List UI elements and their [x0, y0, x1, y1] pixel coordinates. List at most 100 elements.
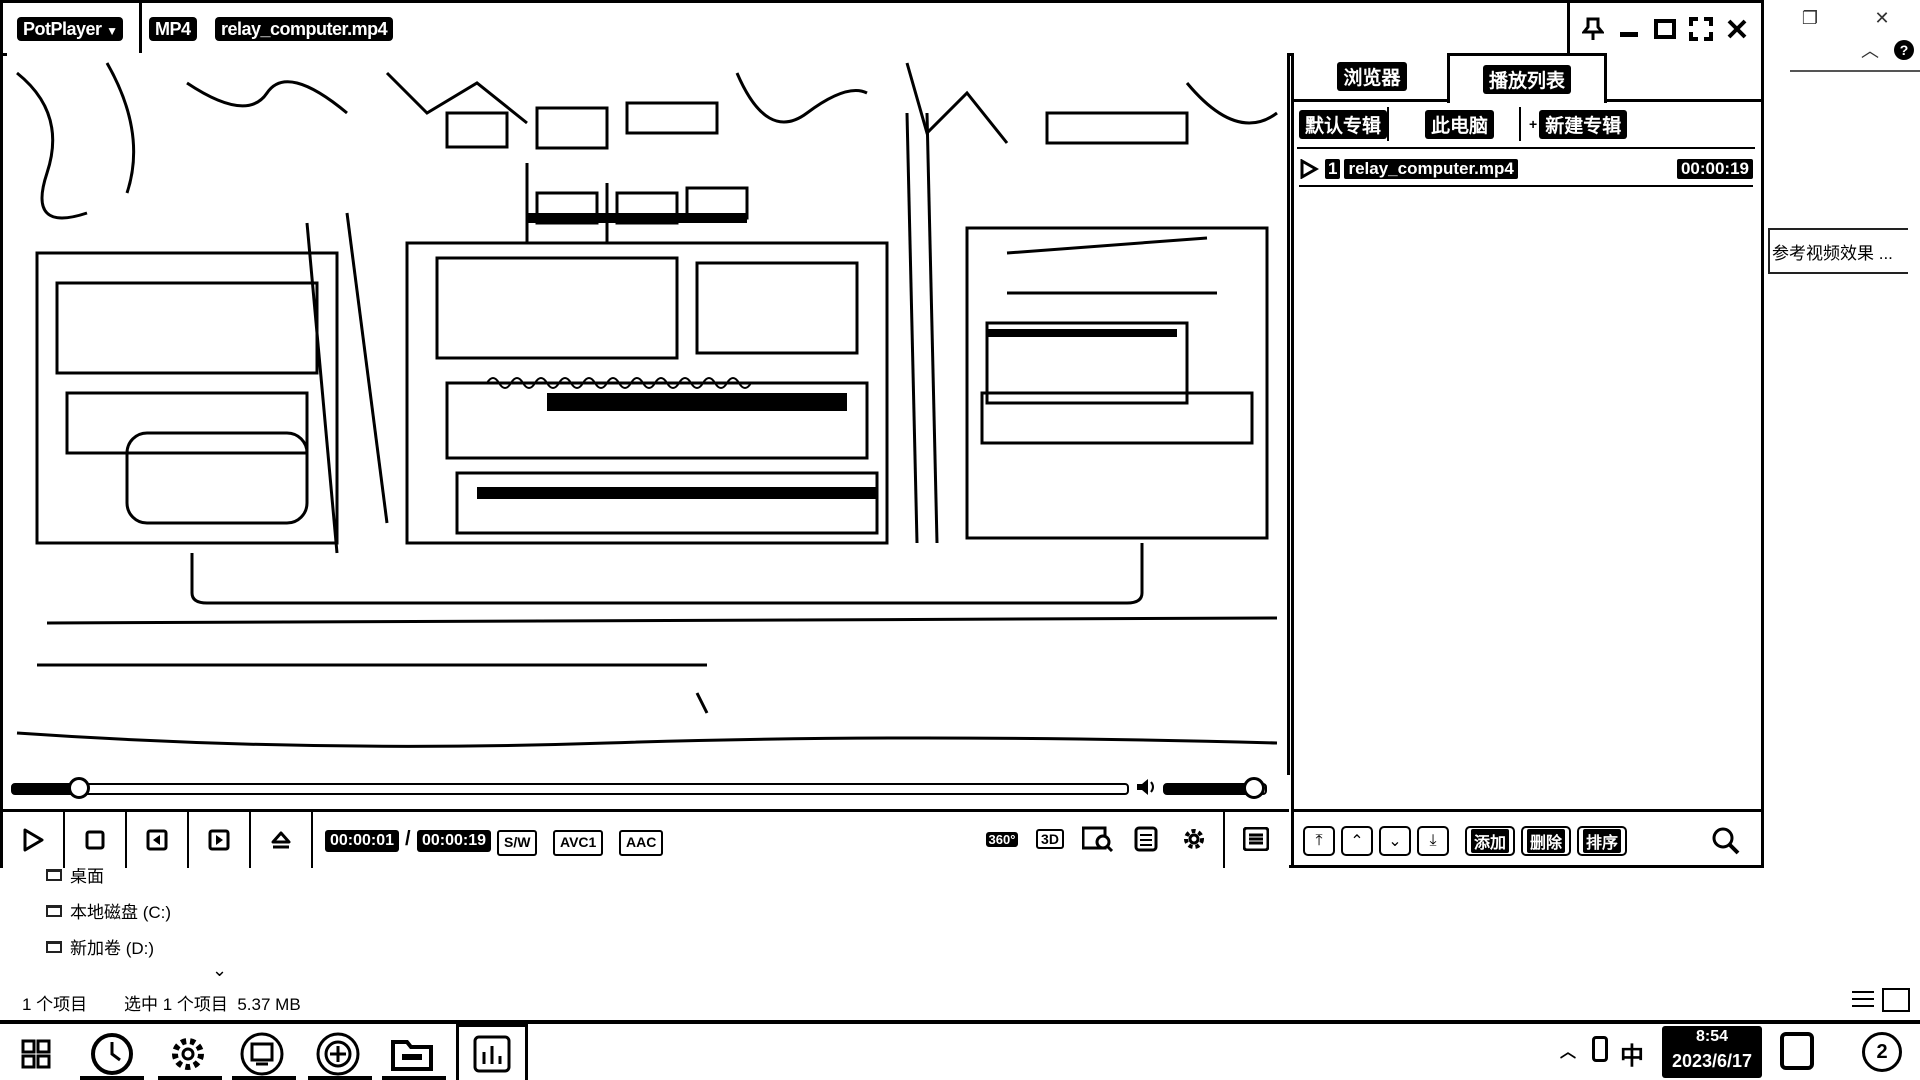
tray-expand-icon[interactable]: ︿ [1560, 1038, 1576, 1062]
video-search-icon[interactable] [1081, 824, 1115, 854]
volume-level [1165, 785, 1255, 793]
volume-handle[interactable] [1243, 777, 1265, 799]
video-codec-tag[interactable]: AVC1 [553, 830, 604, 856]
add-label: 添加 [1471, 829, 1510, 853]
move-down-icon[interactable]: ⌄ [1379, 826, 1411, 856]
album-label: 此电脑 [1425, 109, 1495, 139]
tab-browser[interactable]: 浏览器 [1297, 53, 1447, 99]
seek-handle[interactable] [67, 777, 90, 799]
hint-label: 参考视频效果 ... [1772, 243, 1893, 263]
notification-count: 2 [1876, 1040, 1888, 1063]
app-underline [232, 1076, 296, 1080]
chevron-down-icon: ▼ [106, 24, 118, 38]
playlist-item[interactable]: 1 relay_computer.mp4 00:00:19 [1299, 153, 1753, 187]
title-divider [1567, 3, 1570, 53]
menu-icon[interactable] [1239, 824, 1273, 854]
playing-icon [1300, 159, 1319, 179]
move-up-icon[interactable]: ⌃ [1341, 826, 1373, 856]
clock-time: 8:54 [1695, 1028, 1729, 1045]
move-top-icon[interactable]: ⤒ [1303, 826, 1335, 856]
tab-underline [1294, 99, 1447, 102]
playlist-item-duration: 00:00:19 [1676, 159, 1753, 179]
close-icon[interactable] [1721, 13, 1753, 45]
drive-icon [46, 940, 62, 953]
video-display[interactable] [7, 53, 1290, 775]
album-label: 默认专辑 [1299, 109, 1388, 139]
audio-codec-tag[interactable]: AAC [619, 830, 664, 856]
move-bottom-icon[interactable]: ⤓ [1417, 826, 1449, 856]
subtab-divider [1519, 107, 1521, 141]
album-default[interactable]: 默认专辑 [1299, 107, 1388, 141]
subtab-divider [1387, 107, 1389, 141]
restore-icon[interactable]: ❐ [1790, 4, 1830, 32]
tab-label: 浏览器 [1337, 61, 1407, 91]
settings-gear-icon[interactable] [1177, 824, 1211, 854]
3d-icon[interactable]: 3D [1033, 824, 1067, 854]
details-view-icon[interactable] [1850, 988, 1876, 1010]
notification-badge[interactable]: 2 [1862, 1032, 1902, 1072]
pin-icon[interactable] [1577, 13, 1609, 45]
fullscreen-icon[interactable] [1685, 13, 1717, 45]
playlist-toggle-icon[interactable] [1129, 824, 1163, 854]
tree-item-drive-c[interactable]: 本地磁盘 (C:) [46, 898, 171, 923]
maximize-icon[interactable] [1649, 13, 1681, 45]
play-button[interactable] [3, 812, 65, 868]
close-icon[interactable]: ✕ [1862, 4, 1902, 32]
add-button[interactable]: 添加 [1465, 826, 1516, 856]
app-history-icon[interactable] [88, 1030, 136, 1078]
folder-icon [46, 868, 62, 881]
file-explorer-icon[interactable] [388, 1030, 436, 1078]
sort-button[interactable]: 排序 [1577, 826, 1628, 856]
app-underline [80, 1076, 144, 1080]
remote-desktop-icon[interactable] [238, 1030, 286, 1078]
playlist-toolbar: ⤒ ⌃ ⌄ ⤓ 添加 删除 排序 [1291, 809, 1761, 868]
status-item-count: 1 个项目 [22, 995, 88, 1014]
speaker-icon[interactable] [1135, 777, 1159, 797]
time-current: 00:00:01 [325, 830, 400, 852]
app-menu-button[interactable]: PotPlayer ▼ [17, 17, 124, 41]
time-separator: / [405, 828, 411, 850]
file-title: relay_computer.mp4 [215, 17, 394, 41]
search-icon[interactable] [1711, 826, 1743, 856]
ribbon-divider [1790, 70, 1920, 72]
media-icon[interactable] [1780, 1032, 1816, 1072]
chevron-down-icon[interactable]: ⌄ [212, 960, 227, 981]
start-windows-icon[interactable] [12, 1030, 60, 1078]
video-frame [16, 62, 1278, 748]
app-logo-icon[interactable] [314, 1030, 362, 1078]
vr-360-icon[interactable]: 360° [985, 824, 1019, 854]
album-this-pc[interactable]: 此电脑 [1425, 107, 1495, 141]
seek-bar[interactable] [11, 783, 1129, 795]
control-divider [1223, 812, 1225, 868]
playlist-item-index: 1 [1325, 159, 1341, 179]
potplayer-taskbar-icon[interactable] [468, 1030, 516, 1078]
tree-item-drive-d[interactable]: 新加卷 (D:) [46, 934, 154, 959]
clock-date: 2023/6/17 [1671, 1051, 1753, 1071]
taskbar: ︿ 中 8:54 2023/6/17 2 [0, 1020, 1920, 1080]
album-new[interactable]: + 新建专辑 [1529, 107, 1628, 141]
ime-indicator[interactable]: 中 [1620, 1036, 1644, 1071]
settings-gear-icon[interactable] [164, 1030, 212, 1078]
stop-button[interactable] [65, 812, 127, 868]
app-underline [308, 1076, 372, 1080]
delete-button[interactable]: 删除 [1521, 826, 1572, 856]
next-button[interactable] [189, 812, 251, 868]
status-selection: 选中 1 个项目 5.37 MB [124, 995, 301, 1014]
decoder-tag[interactable]: S/W [497, 830, 538, 856]
vr-360-label: 360° [985, 831, 1019, 847]
playlist-panel: 浏览器 播放列表 默认专辑 此电脑 + 新建专辑 1 relay_compute… [1291, 53, 1761, 865]
tab-label: 播放列表 [1482, 65, 1571, 94]
svg-text:?: ? [1900, 42, 1909, 58]
title-bar: PotPlayer ▼ MP4 relay_computer.mp4 [3, 3, 1761, 56]
minimize-icon[interactable] [1613, 13, 1645, 45]
video-effect-reference-item[interactable]: 参考视频效果 ... [1768, 228, 1908, 274]
battery-icon[interactable] [1592, 1036, 1608, 1062]
tree-item-label: 本地磁盘 (C:) [70, 903, 172, 922]
clock[interactable]: 8:54 2023/6/17 [1662, 1026, 1762, 1078]
tab-playlist[interactable]: 播放列表 [1447, 53, 1607, 103]
large-icons-view-icon[interactable] [1882, 988, 1910, 1012]
previous-button[interactable] [127, 812, 189, 868]
help-icon[interactable]: ? [1884, 36, 1920, 64]
app-name: PotPlayer [23, 19, 102, 39]
eject-button[interactable] [251, 812, 313, 868]
